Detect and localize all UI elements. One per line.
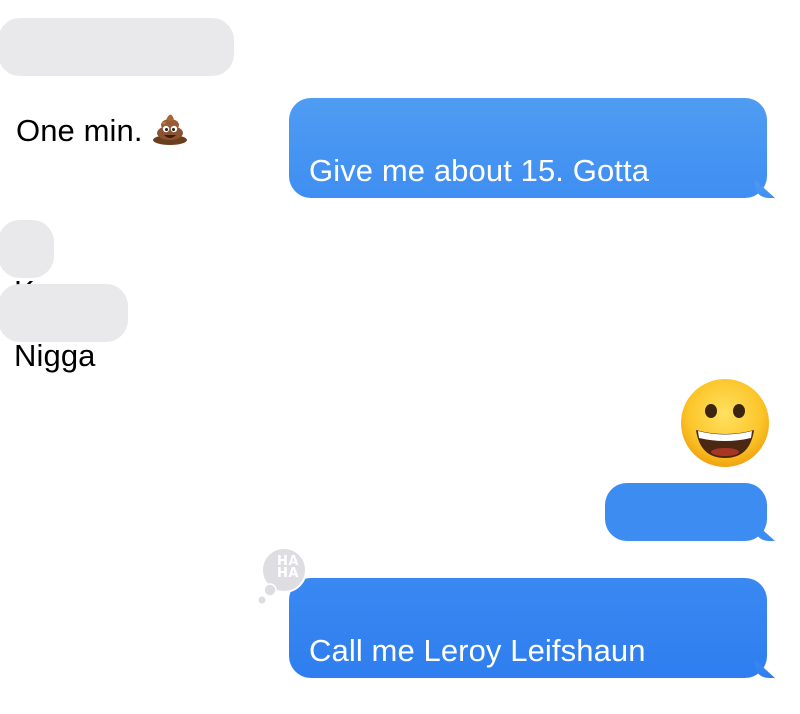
grinning-face-icon[interactable] xyxy=(680,378,770,468)
message-text: One min. xyxy=(16,113,143,148)
sent-message-bubble[interactable]: Dat me! xyxy=(605,483,767,573)
message-text: Nigga xyxy=(14,338,96,373)
pile-of-poo-icon xyxy=(151,69,189,145)
message-text: Call me Leroy Leifshaun Jones. xyxy=(309,633,646,710)
received-message-bubble[interactable]: Nigga xyxy=(0,284,128,373)
sent-message-bubble[interactable]: Give me about 15. Gotta deal with a call xyxy=(289,98,767,230)
message-text: Give me about 15. Gotta deal with a call xyxy=(309,153,650,230)
received-message-bubble[interactable]: One min. xyxy=(0,18,234,148)
received-message-bubble[interactable]: K xyxy=(0,220,54,309)
tapback-label: HA HA xyxy=(277,554,299,581)
sent-message-bubble[interactable]: Call me Leroy Leifshaun Jones. xyxy=(289,578,767,710)
message-thread: One min. Give me about 15. Gotta deal wi… xyxy=(0,0,800,710)
message-text: Dat me! xyxy=(625,538,735,573)
